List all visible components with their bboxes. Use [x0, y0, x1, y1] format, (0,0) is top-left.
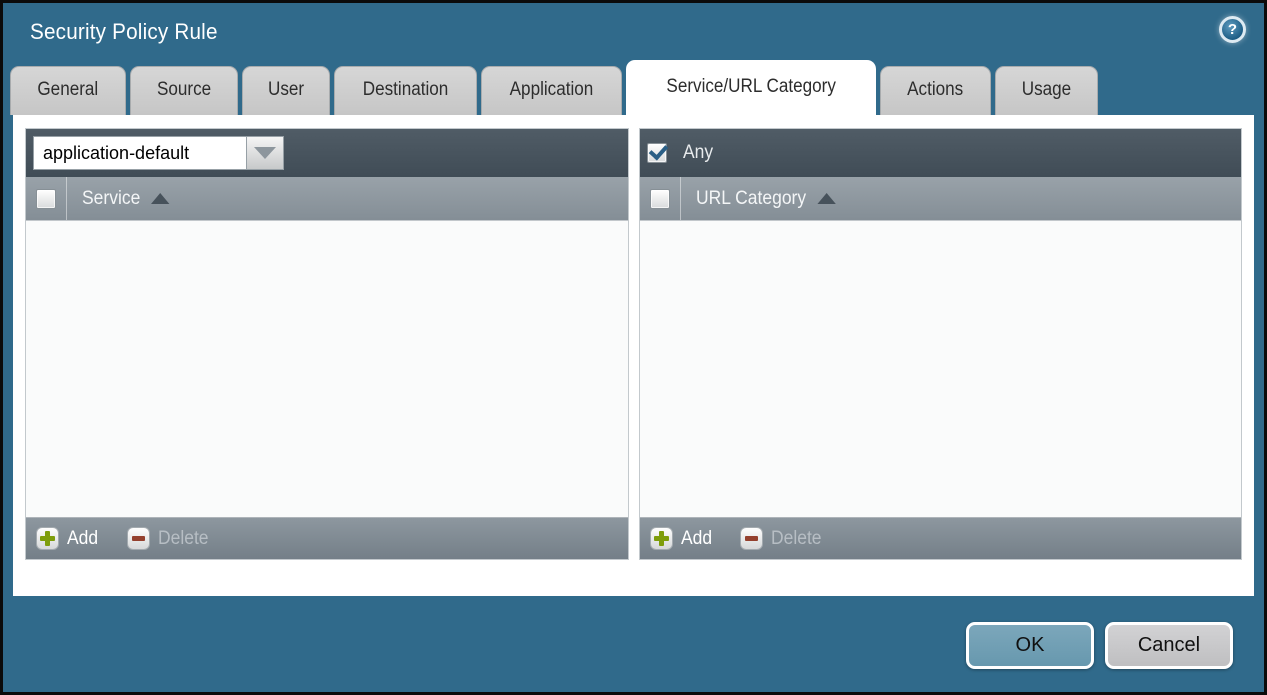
plus-icon — [650, 527, 673, 550]
tab-usage-label: Usage — [1021, 79, 1070, 101]
url-category-column-header[interactable]: URL Category — [696, 188, 836, 210]
tab-general[interactable]: General — [10, 66, 126, 115]
title-bar: Security Policy Rule ? — [3, 3, 1264, 60]
url-category-delete-label: Delete — [771, 528, 822, 550]
tab-application-label: Application — [510, 79, 594, 101]
tab-general-label: General — [37, 79, 98, 101]
url-category-column-header-label: URL Category — [696, 188, 806, 210]
service-panel-topbar: application-default — [26, 129, 628, 177]
tab-source-label: Source — [157, 79, 211, 101]
url-category-select-all-cell — [640, 177, 681, 220]
service-column-header[interactable]: Service — [82, 188, 170, 210]
service-column-header-label: Service — [82, 188, 140, 210]
url-category-select-all-checkbox[interactable] — [650, 189, 670, 209]
service-panel-toolbar: Add Delete — [26, 517, 628, 559]
help-icon[interactable]: ? — [1219, 16, 1246, 43]
service-add-button[interactable]: Add — [36, 527, 101, 550]
url-category-delete-button[interactable]: Delete — [740, 527, 826, 550]
url-category-panel: Any URL Category Add Delete — [639, 128, 1243, 560]
service-list-body[interactable] — [26, 221, 628, 517]
url-category-add-button[interactable]: Add — [650, 527, 715, 550]
service-type-dropdown-button[interactable] — [247, 136, 284, 170]
dialog-title: Security Policy Rule — [30, 19, 218, 45]
tab-user-label: User — [268, 79, 304, 101]
service-type-dropdown[interactable]: application-default — [33, 136, 284, 170]
plus-icon — [36, 527, 59, 550]
cancel-button[interactable]: Cancel — [1105, 622, 1233, 669]
dialog-footer: OK Cancel — [3, 596, 1264, 692]
service-add-label: Add — [67, 528, 98, 550]
url-category-panel-topbar: Any — [640, 129, 1242, 177]
service-select-all-checkbox[interactable] — [36, 189, 56, 209]
service-select-all-cell — [26, 177, 67, 220]
tab-destination-label: Destination — [363, 79, 449, 101]
tab-usage[interactable]: Usage — [995, 66, 1098, 115]
sort-ascending-icon — [151, 193, 169, 204]
service-delete-label: Delete — [158, 528, 209, 550]
tab-service-url-category-label: Service/URL Category — [666, 76, 835, 98]
service-type-dropdown-value[interactable]: application-default — [33, 136, 247, 170]
url-category-list-body[interactable] — [640, 221, 1242, 517]
service-table-header: Service — [26, 177, 628, 221]
tab-service-url-category[interactable]: Service/URL Category — [626, 60, 876, 115]
url-category-any-label: Any — [683, 142, 713, 164]
tab-destination[interactable]: Destination — [334, 66, 477, 115]
ok-button[interactable]: OK — [966, 622, 1094, 669]
security-policy-rule-dialog: Security Policy Rule ? General Source Us… — [0, 0, 1267, 695]
tab-actions[interactable]: Actions — [880, 66, 990, 115]
tab-source[interactable]: Source — [130, 66, 238, 115]
url-category-panel-toolbar: Add Delete — [640, 517, 1242, 559]
service-panel: application-default Service — [25, 128, 629, 560]
service-delete-button[interactable]: Delete — [127, 527, 213, 550]
minus-icon — [740, 527, 763, 550]
tab-actions-label: Actions — [907, 79, 963, 101]
sort-ascending-icon — [817, 193, 835, 204]
tab-application[interactable]: Application — [481, 66, 622, 115]
minus-icon — [127, 527, 150, 550]
url-category-any-checkbox[interactable] — [647, 143, 667, 163]
tab-content-service-url-category: application-default Service — [13, 115, 1254, 596]
chevron-down-icon — [254, 147, 276, 159]
url-category-add-label: Add — [681, 528, 712, 550]
tab-user[interactable]: User — [242, 66, 330, 115]
tab-bar: General Source User Destination Applicat… — [3, 60, 1264, 115]
url-category-table-header: URL Category — [640, 177, 1242, 221]
